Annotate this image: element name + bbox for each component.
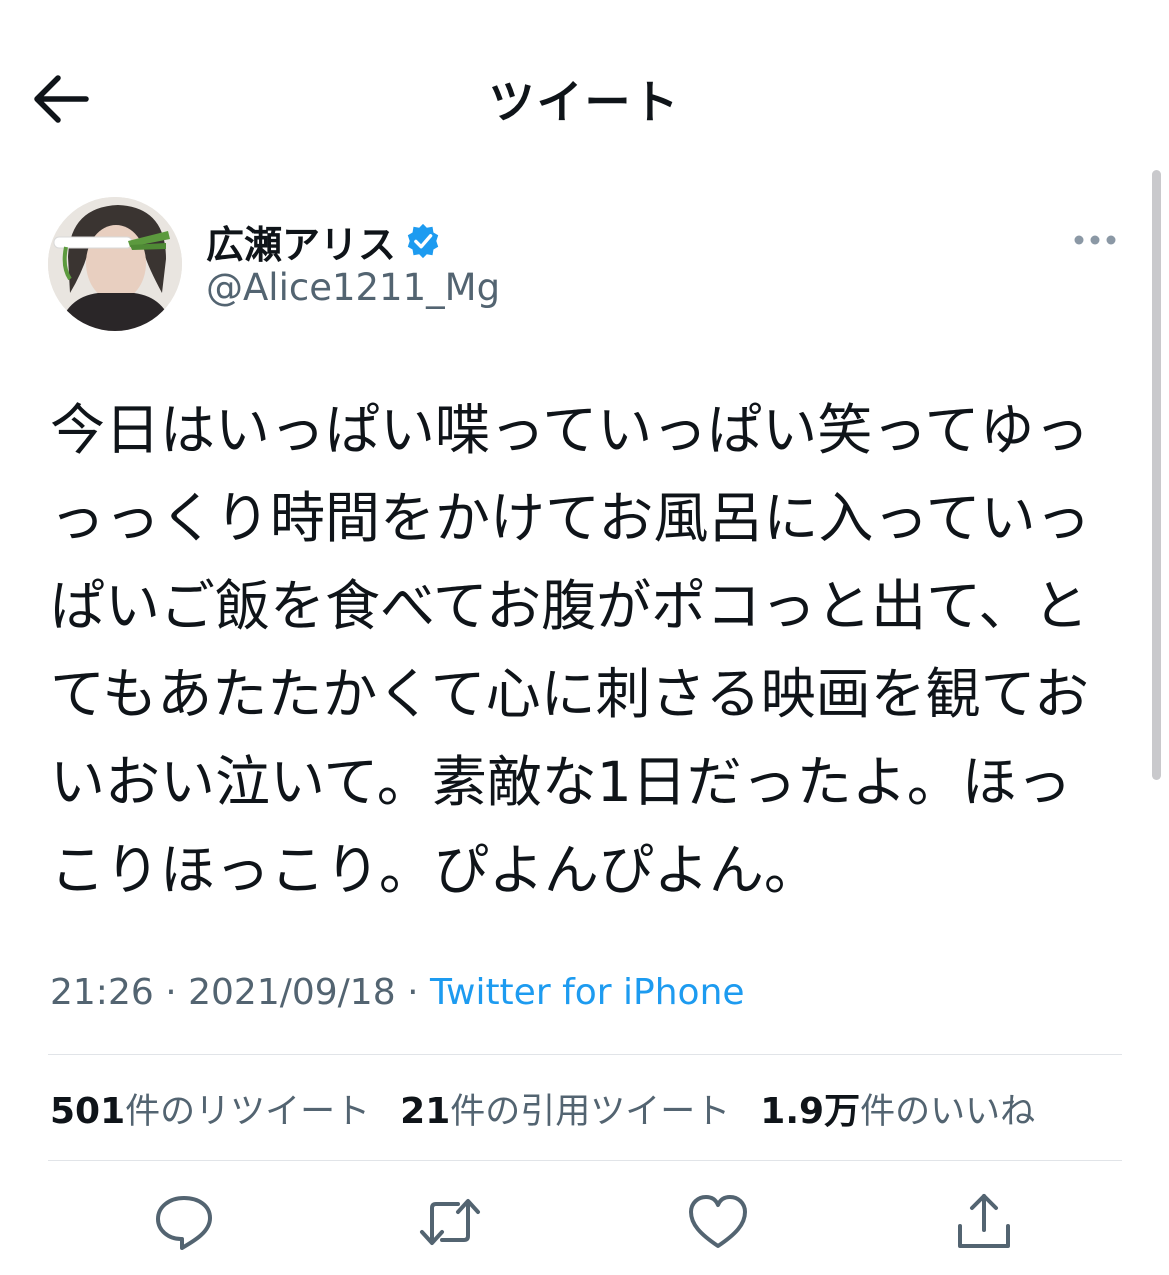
author-handle[interactable]: @Alice1211_Mg — [206, 266, 500, 309]
tweet-text-line: 今日はいっぱい喋っていっぱい笑ってゆっ — [50, 398, 1090, 462]
tweet-text-line: てもあたたかくて心に刺さる映画を観てお — [50, 662, 1089, 726]
page-title: ツイート — [488, 75, 681, 129]
share-button[interactable] — [952, 1190, 1016, 1254]
share-icon — [958, 1194, 1010, 1248]
divider — [48, 1160, 1122, 1161]
top-nav-bar: ツイート — [0, 0, 1169, 190]
tweet-time[interactable]: 21:26 — [50, 972, 154, 1013]
verified-badge-icon — [407, 223, 439, 259]
tweet-text-line: っっくり時間をかけてお風呂に入っていっ — [50, 486, 1091, 550]
tweet-metadata: 21:26 · 2021/09/18 · Twitter for iPhone — [50, 972, 745, 1013]
retweets-stat[interactable]: 501件のリツイート — [50, 1083, 370, 1134]
tweet-source-link[interactable]: Twitter for iPhone — [430, 972, 745, 1013]
retweets-count: 501 — [50, 1091, 126, 1132]
likes-stat[interactable]: 1.9万件のいいね — [760, 1082, 1035, 1134]
quotes-count: 21 — [400, 1091, 451, 1132]
heart-icon — [689, 1195, 747, 1248]
tweet-text-line: いおい泣いて。素敵な1日だったよ。ほっ — [50, 750, 1072, 814]
author-display-name[interactable]: 広瀬アリス — [206, 214, 396, 269]
meta-separator: · — [165, 972, 177, 1013]
quotes-stat[interactable]: 21件の引用ツイート — [400, 1083, 730, 1134]
tweet-date[interactable]: 2021/09/18 — [188, 972, 396, 1013]
meta-separator: · — [407, 972, 419, 1013]
tweet-text-line: こりほっこり。ぴよんぴよん。 — [50, 838, 819, 902]
likes-label: 件のいいね — [860, 1092, 1036, 1132]
reply-button[interactable] — [152, 1190, 216, 1254]
retweet-button[interactable] — [418, 1190, 482, 1254]
retweets-label: 件のリツイート — [125, 1092, 371, 1132]
quotes-label: 件の引用ツイート — [450, 1092, 731, 1132]
avatar[interactable] — [48, 197, 182, 331]
like-button[interactable] — [686, 1190, 750, 1254]
reply-icon — [156, 1196, 212, 1250]
tweet-text-line: ぱいご飯を食べてお腹がポコっと出て、と — [50, 574, 1089, 638]
avatar-image — [48, 197, 182, 331]
tweet-stats: 501件のリツイート 21件の引用ツイート 1.9万件のいいね — [50, 1082, 1065, 1134]
divider — [48, 1054, 1122, 1055]
more-horizontal-icon — [1074, 235, 1116, 245]
tweet-text: 今日はいっぱい喋っていっぱい笑ってゆっ っっくり時間をかけてお風呂に入っていっ … — [50, 386, 1130, 914]
retweet-icon — [420, 1199, 480, 1245]
likes-count: 1.9万 — [760, 1091, 861, 1132]
more-options-button[interactable] — [1070, 222, 1120, 258]
scrollbar[interactable] — [1152, 170, 1161, 780]
author-name-row[interactable]: 広瀬アリス — [206, 214, 442, 269]
